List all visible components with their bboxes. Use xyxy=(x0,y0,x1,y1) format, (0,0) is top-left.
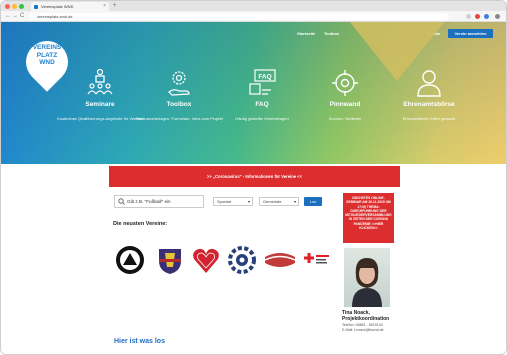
club-logo[interactable] xyxy=(115,245,145,275)
club-logo[interactable] xyxy=(191,245,221,275)
extension-icon[interactable] xyxy=(466,14,471,19)
online-seminar-box[interactable]: NÄCHSTES ONLINE-SEMINAR AM 20.11.2020 UM… xyxy=(343,193,394,243)
service-seminare[interactable]: Seminare Kostenlose Qualifizierungs-ange… xyxy=(55,68,145,121)
club-logo[interactable] xyxy=(301,245,331,275)
gemeinde-select[interactable]: Gemeinde ▾ xyxy=(259,197,299,206)
extension-icon[interactable] xyxy=(475,14,480,19)
url-field[interactable]: vereinsplatz-wnd.de xyxy=(29,13,449,20)
back-button[interactable]: ← xyxy=(5,11,11,22)
minimize-window-icon[interactable] xyxy=(12,4,17,9)
close-tab-icon[interactable]: × xyxy=(103,2,106,11)
service-description: Seminarunterlagen, Formulare, Infos zum … xyxy=(135,116,223,121)
service-description: Kostenlose Qualifizierungs-angebote für … xyxy=(57,116,143,121)
service-ehrenamtsboerse[interactable]: Ehrenamtsbörse Ehrenamtliche Helfer gesu… xyxy=(384,68,474,121)
maximize-window-icon[interactable] xyxy=(19,4,24,9)
browser-window: Vereinsplatz WND × + ← → C vereinsplatz-… xyxy=(0,0,507,355)
service-description: Ehrenamtliche Helfer gesucht xyxy=(402,116,456,121)
service-faq[interactable]: FAQ FAQ Häufig gestellte Vereinsfragen xyxy=(217,68,307,121)
new-tab-button[interactable]: + xyxy=(113,1,117,11)
service-title: Toolbox xyxy=(166,101,192,108)
sportart-select[interactable]: Sportart ▾ xyxy=(213,197,253,206)
logo-text: VEREINS PLATZ WND xyxy=(32,44,62,66)
contact-name: Tina Noack, Projektkoordination xyxy=(342,310,390,322)
contact-photo xyxy=(344,248,390,307)
corona-info-banner[interactable]: >> „Coronavirus" - Informationen für Ver… xyxy=(109,166,400,187)
address-bar-row: ← → C vereinsplatz-wnd.de xyxy=(1,11,506,22)
service-pinnwand[interactable]: Pinnwand Suchen / Anbieten xyxy=(300,68,390,121)
select-value: Sportart xyxy=(217,199,232,204)
hier-ist-was-los-heading: Hier ist was los xyxy=(114,338,165,345)
club-logo[interactable] xyxy=(155,245,185,275)
tab-bar: Vereinsplatz WND × + xyxy=(1,1,506,11)
browser-tab[interactable]: Vereinsplatz WND × xyxy=(31,2,109,11)
contact-info: Telefon: 06851 - 8019100 E-Mail: t.noack… xyxy=(342,323,384,332)
faq-icon: FAQ xyxy=(249,69,276,95)
search-icon xyxy=(118,198,125,205)
chevron-down-icon: ▾ xyxy=(247,199,250,204)
target-icon xyxy=(332,70,358,96)
people-podium-icon xyxy=(87,68,113,95)
nav-item-vereine[interactable]: Vereine xyxy=(426,31,440,36)
service-toolbox[interactable]: Toolbox Seminarunterlagen, Formulare, In… xyxy=(134,68,224,121)
chevron-down-icon: ▾ xyxy=(293,199,296,204)
service-title: FAQ xyxy=(255,101,269,108)
forward-button[interactable]: → xyxy=(12,11,18,22)
search-button[interactable]: Los xyxy=(304,197,322,206)
newest-clubs-heading: Die neusten Vereine: xyxy=(113,221,168,227)
service-description: Häufig gestellte Vereinsfragen xyxy=(235,116,289,121)
nav-item-start[interactable]: Startseite xyxy=(297,31,315,36)
extension-icon[interactable] xyxy=(484,14,489,19)
service-title: Seminare xyxy=(85,101,115,108)
person-icon xyxy=(417,70,441,97)
favicon-icon xyxy=(34,4,38,9)
search-input[interactable]: Gib z.B. "Fußball" ein xyxy=(114,195,204,208)
tab-title: Vereinsplatz WND xyxy=(41,4,74,9)
svg-text:FAQ: FAQ xyxy=(258,74,271,81)
close-window-icon[interactable] xyxy=(5,4,10,9)
gear-hand-icon xyxy=(168,71,190,96)
service-title: Pinnwand xyxy=(329,101,361,108)
search-placeholder: Gib z.B. "Fußball" ein xyxy=(127,199,171,204)
service-title: Ehrenamtsbörse xyxy=(403,101,455,108)
url-text: vereinsplatz-wnd.de xyxy=(37,14,73,19)
club-logo[interactable] xyxy=(263,245,297,275)
menu-icon[interactable] xyxy=(495,14,500,19)
nav-item-toolbox[interactable]: Toolbox xyxy=(324,31,339,36)
club-logo[interactable] xyxy=(227,245,257,275)
reload-button[interactable]: C xyxy=(20,11,24,22)
hero-section: Startseite Toolbox Vereine Verein anmeld… xyxy=(1,22,506,164)
verein-anmelden-button[interactable]: Verein anmelden xyxy=(448,29,493,38)
select-value: Gemeinde xyxy=(263,199,282,204)
service-description: Suchen / Anbieten xyxy=(328,116,362,121)
